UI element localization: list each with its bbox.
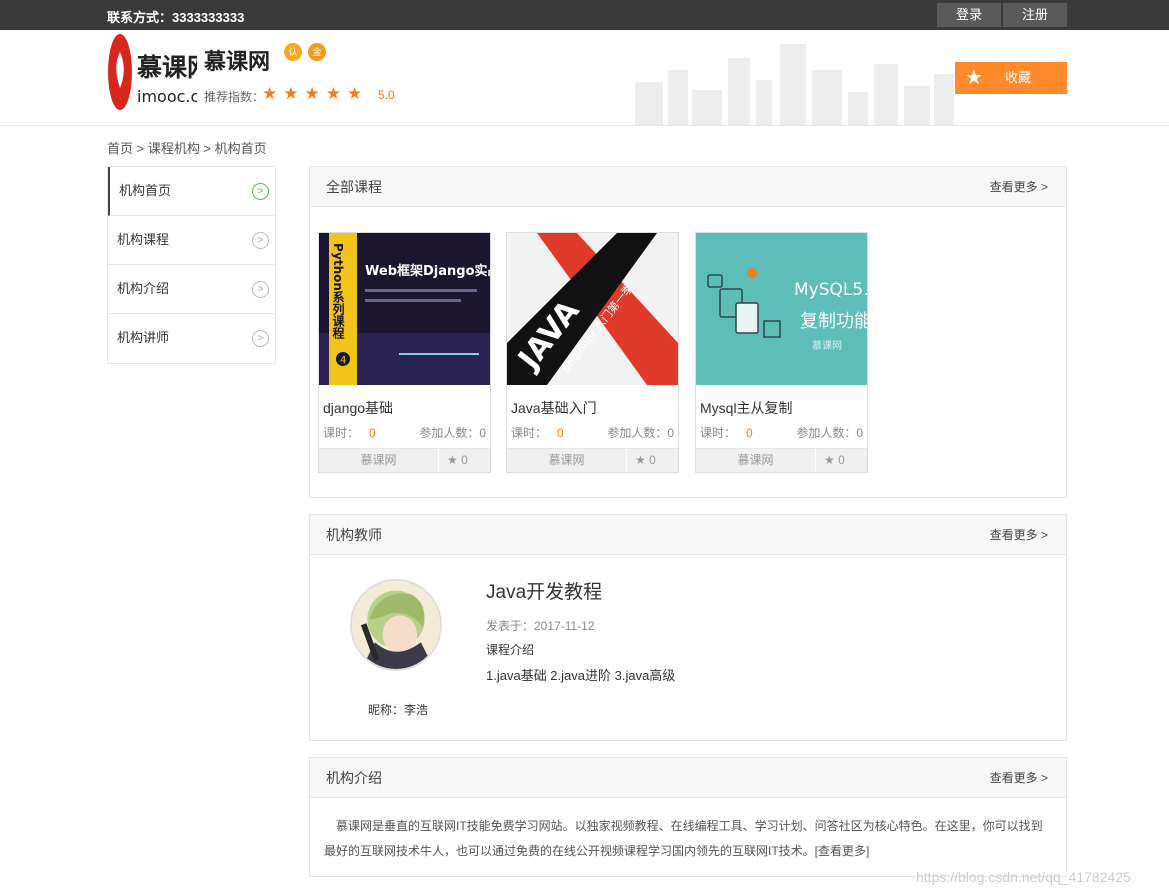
- course-thumbnail[interactable]: Python系列课程 4 Web框架Django实战: [319, 233, 490, 385]
- favorite-button[interactable]: ★ 收藏: [955, 62, 1067, 94]
- panel-title: 机构教师: [326, 527, 382, 543]
- recommend-label: 推荐指数：: [204, 90, 265, 104]
- course-hours: 课时： 0: [700, 426, 753, 440]
- side-item-teachers[interactable]: 机构讲师 >: [108, 314, 275, 363]
- login-button[interactable]: 登录: [937, 3, 1001, 27]
- verified-badge-icon: 认: [284, 43, 302, 61]
- svg-text:4: 4: [340, 355, 346, 366]
- course-students: 参加人数：0: [419, 426, 486, 440]
- course-card[interactable]: MySQL5.7 复制功能 慕课网 Mysql主从复制 课时：0 参加人数：0 …: [695, 232, 868, 473]
- svg-text:imooc.com: imooc.com: [137, 87, 197, 106]
- top-bar: 联系方式：3333333333 登录 注册: [0, 0, 1169, 30]
- side-menu: 机构首页 > 机构课程 > 机构介绍 > 机构讲师 >: [107, 166, 276, 364]
- panel-header: 机构介绍 查看更多 >: [310, 758, 1066, 798]
- course-students: 参加人数：0: [607, 426, 674, 440]
- favorite-count: ★ 0: [447, 453, 468, 467]
- side-item-label: 机构介绍: [117, 281, 170, 296]
- course-intro-label: 课程介绍: [486, 643, 535, 657]
- panel-title: 全部课程: [326, 179, 382, 195]
- course-org[interactable]: 慕课网: [507, 449, 627, 472]
- view-more-link[interactable]: 查看更多 >: [990, 515, 1048, 555]
- favorite-count: ★ 0: [824, 453, 845, 467]
- chevron-right-icon: >: [252, 232, 269, 249]
- chevron-right-icon: >: [252, 183, 269, 200]
- course-card[interactable]: Python系列课程 4 Web框架Django实战 django基础 课时： 0…: [318, 232, 491, 473]
- course-footer: 慕课网 ★ 0: [696, 448, 867, 472]
- side-item-label: 机构课程: [117, 232, 170, 247]
- panel-header: 机构教师 查看更多 >: [310, 515, 1066, 555]
- contact-info: 联系方式：3333333333: [107, 10, 245, 25]
- chevron-right-icon: >: [252, 281, 269, 298]
- side-item-about[interactable]: 机构介绍 >: [108, 265, 275, 314]
- course-footer: 慕课网 ★ 0: [507, 448, 678, 472]
- star-icon: ★: [965, 67, 983, 89]
- course-title[interactable]: django基础: [323, 398, 393, 418]
- chevron-right-icon: >: [252, 330, 269, 347]
- star-icon: ★: [447, 453, 458, 467]
- all-courses-panel: 全部课程 查看更多 > Python系列课程 4 Web框架Django实战 d…: [309, 166, 1067, 498]
- view-more-link[interactable]: 查看更多 >: [990, 167, 1048, 207]
- publish-date: 发表于：2017-11-12: [486, 619, 595, 633]
- teacher-course-title[interactable]: Java开发教程: [486, 577, 602, 604]
- course-thumbnail[interactable]: MySQL5.7 复制功能 慕课网: [696, 233, 867, 385]
- rating-stars-icon: ★★★★★: [262, 84, 369, 103]
- imooc-logo: 慕课网 imooc.com: [108, 34, 197, 110]
- course-title[interactable]: Java基础入门: [511, 398, 597, 418]
- svg-text:MySQL5.7: MySQL5.7: [794, 280, 867, 300]
- side-item-label: 机构讲师: [117, 330, 170, 345]
- side-item-home[interactable]: 机构首页 >: [108, 167, 275, 216]
- favorite-label: 收藏: [1005, 70, 1032, 85]
- teacher-avatar[interactable]: [350, 579, 442, 671]
- about-panel: 机构介绍 查看更多 > 慕课网是垂直的互联网IT技能免费学习网站。以独家视频教程…: [309, 757, 1067, 877]
- teacher-nickname: 昵称：李浩: [368, 703, 429, 717]
- view-more-link[interactable]: 查看更多 >: [990, 758, 1048, 798]
- watermark: https://blog.csdn.net/qq_41782425: [916, 869, 1131, 885]
- city-skyline-background: [635, 44, 954, 125]
- breadcrumb[interactable]: 首页 > 课程机构 > 机构首页: [107, 138, 267, 157]
- panel-title: 机构介绍: [326, 770, 382, 786]
- star-icon: ★: [824, 453, 835, 467]
- svg-text:慕课网: 慕课网: [137, 53, 197, 82]
- course-students: 参加人数：0: [796, 426, 863, 440]
- course-org[interactable]: 慕课网: [696, 449, 816, 472]
- svg-text:复制功能: 复制功能: [800, 311, 867, 332]
- course-thumbnail[interactable]: JAVA Beginner 入门第一季: [507, 233, 678, 385]
- org-name: 慕课网: [204, 49, 271, 74]
- course-hours: 课时： 0: [511, 426, 564, 440]
- svg-text:慕课网: 慕课网: [812, 339, 842, 352]
- register-button[interactable]: 注册: [1003, 3, 1067, 27]
- rating-score: 5.0: [378, 88, 395, 102]
- star-icon: ★: [635, 453, 646, 467]
- course-description: 1.java基础 2.java进阶 3.java高级: [486, 668, 676, 683]
- svg-text:Web框架Django实战: Web框架Django实战: [365, 263, 490, 279]
- course-footer: 慕课网 ★ 0: [319, 448, 490, 472]
- svg-text:Python系列课程: Python系列课程: [331, 243, 345, 339]
- side-item-label: 机构首页: [119, 183, 172, 198]
- course-card[interactable]: JAVA Beginner 入门第一季 Java基础入门 课时： 0 参加人数：0…: [506, 232, 679, 473]
- panel-header: 全部课程 查看更多 >: [310, 167, 1066, 207]
- course-title[interactable]: Mysql主从复制: [700, 398, 793, 418]
- teachers-panel: 机构教师 查看更多 > 昵称：李浩 Java开发教程 发表于：2017-11-1…: [309, 514, 1067, 741]
- course-org[interactable]: 慕课网: [319, 449, 439, 472]
- course-hours: 课时： 0: [323, 426, 376, 440]
- gold-badge-icon: 金: [308, 43, 326, 61]
- org-intro-text: 慕课网是垂直的互联网IT技能免费学习网站。以独家视频教程、在线编程工具、学习计划…: [324, 819, 1043, 858]
- favorite-count: ★ 0: [635, 453, 656, 467]
- org-header: 慕课网 imooc.com 慕课网 认 金 推荐指数： ★★★★★ 5.0 ★ …: [0, 30, 1169, 126]
- side-item-courses[interactable]: 机构课程 >: [108, 216, 275, 265]
